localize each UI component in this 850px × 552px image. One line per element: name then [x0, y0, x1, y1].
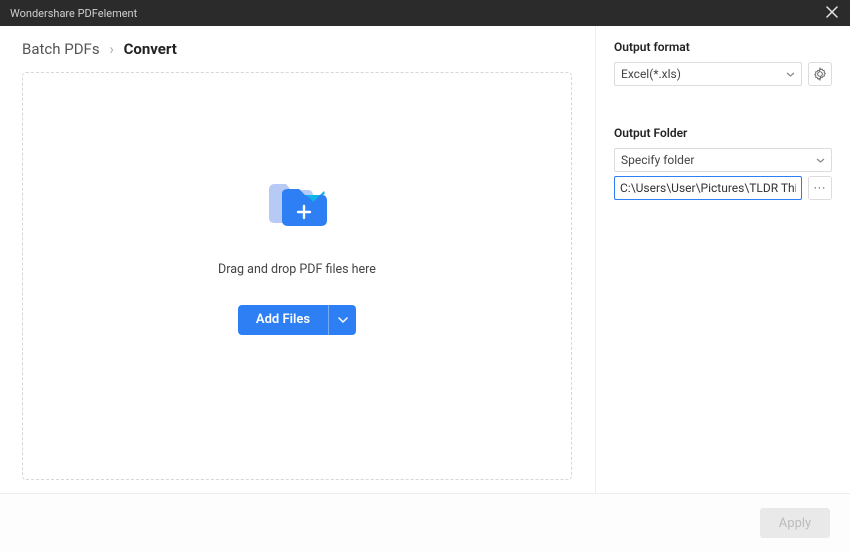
add-files-group: Add Files — [238, 305, 356, 335]
breadcrumb-current: Convert — [124, 40, 177, 58]
chevron-down-icon — [816, 158, 825, 163]
chevron-down-icon — [786, 72, 795, 77]
output-folder-label: Output Folder — [614, 126, 832, 140]
dropzone-hint: Drag and drop PDF files here — [218, 262, 376, 277]
output-folder-mode-value: Specify folder — [621, 153, 694, 167]
browse-folder-button[interactable]: ··· — [808, 176, 832, 200]
dropzone[interactable]: Drag and drop PDF files here Add Files — [22, 72, 572, 480]
add-files-dropdown-button[interactable] — [328, 305, 356, 335]
footer: Apply — [0, 494, 850, 552]
side-panel: Output format Excel(*.xls) Output Folder… — [596, 26, 850, 493]
add-files-button[interactable]: Add Files — [238, 305, 328, 335]
breadcrumb: Batch PDFs › Convert — [22, 40, 595, 58]
folder-plus-icon — [266, 178, 328, 232]
output-folder-path-input[interactable] — [614, 176, 802, 200]
close-icon[interactable] — [824, 4, 840, 22]
workarea: Batch PDFs › Convert Drag and drop PDF f… — [0, 26, 850, 494]
chevron-right-icon: › — [109, 40, 114, 58]
apply-button[interactable]: Apply — [760, 508, 830, 538]
output-format-settings-button[interactable] — [808, 62, 832, 86]
gear-icon — [813, 67, 827, 81]
breadcrumb-root[interactable]: Batch PDFs — [22, 40, 100, 58]
output-format-value: Excel(*.xls) — [621, 67, 681, 81]
output-folder-mode-select[interactable]: Specify folder — [614, 148, 832, 172]
titlebar: Wondershare PDFelement — [0, 0, 850, 26]
main-panel: Batch PDFs › Convert Drag and drop PDF f… — [0, 26, 596, 493]
output-format-select[interactable]: Excel(*.xls) — [614, 62, 802, 86]
output-format-label: Output format — [614, 40, 832, 54]
window-title: Wondershare PDFelement — [10, 7, 137, 20]
chevron-down-icon — [338, 317, 348, 323]
